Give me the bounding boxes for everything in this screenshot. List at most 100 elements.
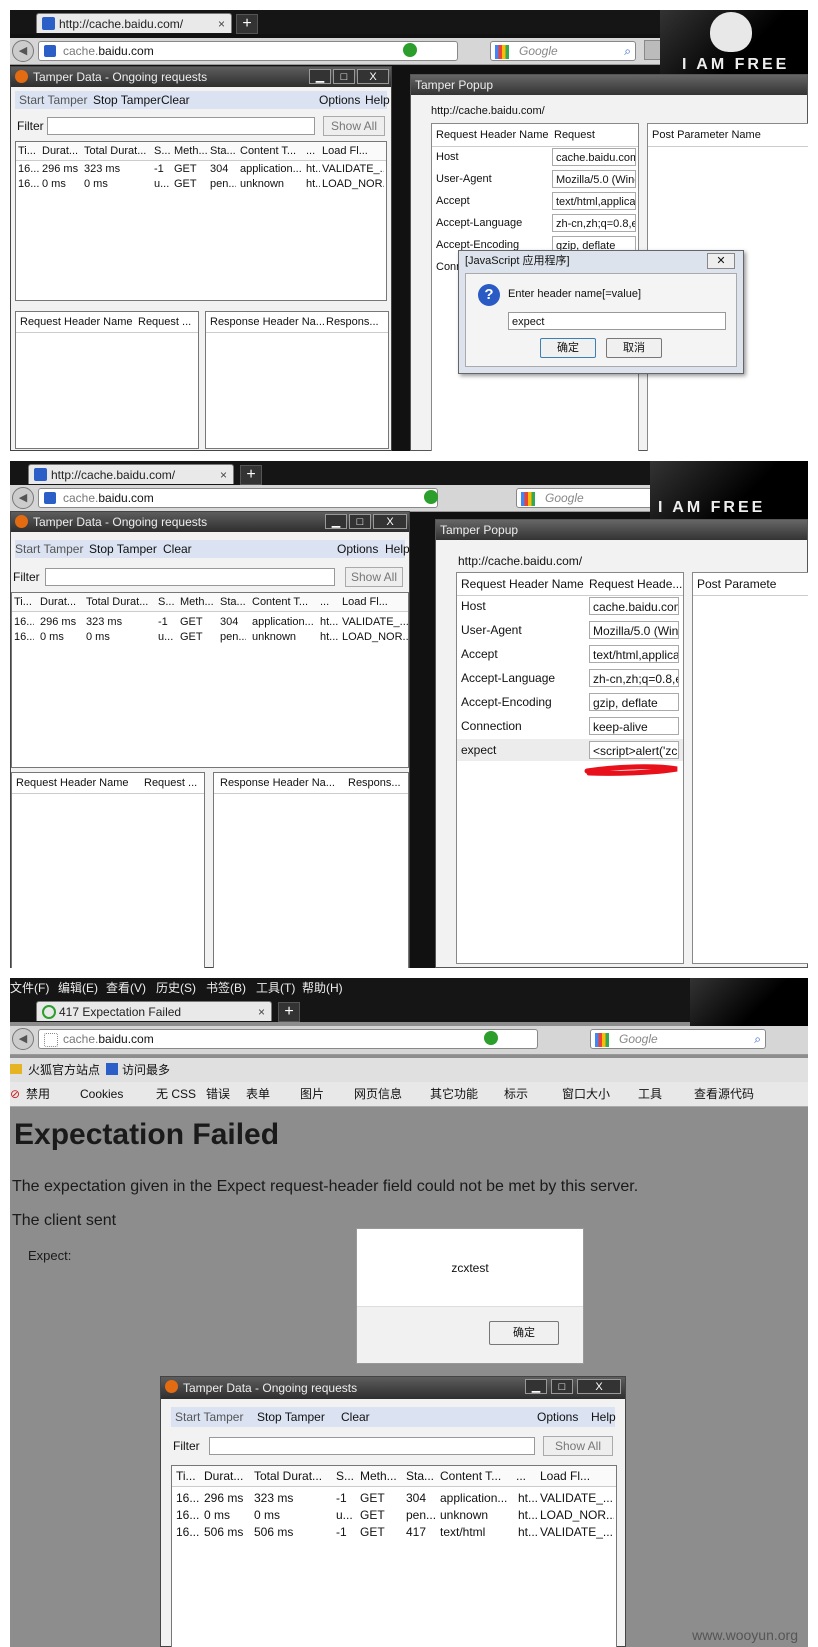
cancel-button[interactable]: 取消 xyxy=(606,338,662,358)
menu-bookmarks[interactable]: 书签(B) xyxy=(206,978,246,998)
col-header[interactable]: ... xyxy=(516,1466,532,1486)
menu-edit[interactable]: 编辑(E) xyxy=(58,978,98,998)
header-value-input[interactable]: Mozilla/5.0 (Winc xyxy=(552,170,636,188)
col-header[interactable]: Content T... xyxy=(240,142,302,160)
col-header[interactable]: Request Header Name xyxy=(436,124,549,146)
header-value-input[interactable]: <script>alert('zc: xyxy=(589,741,679,759)
ok-button[interactable]: 确定 xyxy=(540,338,596,358)
minimize-button[interactable]: ▁ xyxy=(325,514,347,529)
menu-file[interactable]: 文件(F) xyxy=(10,978,49,998)
search-bar[interactable]: Google ⌕ xyxy=(590,1029,766,1049)
go-icon[interactable] xyxy=(484,1031,498,1045)
header-value-input[interactable]: Mozilla/5.0 (Winc xyxy=(589,621,679,639)
menu-history[interactable]: 历史(S) xyxy=(156,978,196,998)
go-icon[interactable] xyxy=(403,43,417,57)
dialog-close-icon[interactable]: ✕ xyxy=(707,253,735,269)
search-bar[interactable]: Google ⌕ xyxy=(490,41,636,61)
header-value-input[interactable]: gzip, deflate xyxy=(589,693,679,711)
back-arrow-icon[interactable]: ◀ xyxy=(12,1028,34,1050)
close-tab-icon[interactable]: × xyxy=(220,465,227,485)
col-header[interactable]: Sta... xyxy=(406,1466,436,1486)
col-header[interactable]: Response Header Na... xyxy=(210,312,325,332)
col-header[interactable]: Response Header Na... xyxy=(220,773,335,793)
maximize-button[interactable]: □ xyxy=(333,69,355,84)
filter-input[interactable] xyxy=(47,117,315,135)
col-header[interactable]: Load Fl... xyxy=(540,1466,596,1486)
col-header[interactable]: S... xyxy=(336,1466,356,1486)
new-tab-button[interactable]: + xyxy=(236,14,258,34)
close-button[interactable]: X xyxy=(357,69,389,84)
col-header[interactable]: Request ... xyxy=(138,312,191,332)
col-header[interactable]: Request Header Name xyxy=(16,773,129,793)
stop-tamper-button[interactable]: Stop Tamper xyxy=(93,91,161,109)
col-header[interactable]: Respons... xyxy=(348,773,401,793)
address-bar[interactable]: cache.baidu.com xyxy=(38,488,438,508)
start-tamper-button[interactable]: Start Tamper xyxy=(175,1407,243,1427)
back-arrow-icon[interactable]: ◀ xyxy=(12,40,34,62)
menu-view[interactable]: 查看(V) xyxy=(106,978,146,998)
address-bar[interactable]: cache.baidu.com xyxy=(38,41,458,61)
devtool-resize[interactable]: 窗口大小 xyxy=(562,1082,610,1106)
col-header[interactable]: Post Parameter Name xyxy=(652,124,761,146)
help-menu[interactable]: Help xyxy=(385,540,410,558)
col-header[interactable]: Sta... xyxy=(220,593,246,611)
stop-tamper-button[interactable]: Stop Tamper xyxy=(89,540,157,558)
alert-ok-button[interactable]: 确定 xyxy=(489,1321,559,1345)
col-header[interactable]: Meth... xyxy=(174,142,208,160)
header-value-input[interactable]: zh-cn,zh;q=0.8,er xyxy=(552,214,636,232)
tab-expectation-failed[interactable]: 417 Expectation Failed × xyxy=(36,1001,272,1021)
stop-tamper-button[interactable]: Stop Tamper xyxy=(257,1407,325,1427)
show-all-button[interactable]: Show All xyxy=(323,116,385,136)
options-menu[interactable]: Options xyxy=(337,540,378,558)
col-header[interactable]: Durat... xyxy=(42,142,82,160)
col-header[interactable]: Ti... xyxy=(176,1466,200,1486)
col-header[interactable]: ... xyxy=(320,593,334,611)
col-header[interactable]: S... xyxy=(158,593,176,611)
menu-help[interactable]: 帮助(H) xyxy=(302,978,343,998)
col-header[interactable]: ... xyxy=(306,142,320,160)
clear-button[interactable]: Clear xyxy=(161,91,190,109)
col-header[interactable]: Meth... xyxy=(180,593,216,611)
search-icon[interactable]: ⌕ xyxy=(624,42,631,60)
tab-cache-baidu[interactable]: http://cache.baidu.com/ × xyxy=(28,464,234,484)
table-row[interactable]: 16... 296 ms 323 ms -1 GET 304 applicati… xyxy=(12,615,408,630)
new-tab-button[interactable]: + xyxy=(240,465,262,485)
col-header[interactable]: Ti... xyxy=(18,142,40,160)
devtool-disable[interactable]: 禁用 xyxy=(26,1082,50,1106)
table-row[interactable]: 16... 0 ms 0 ms u... GET pen... unknown … xyxy=(16,177,386,192)
devtool-errors[interactable]: 错误 xyxy=(206,1082,230,1106)
col-header[interactable]: S... xyxy=(154,142,172,160)
close-button[interactable]: X xyxy=(577,1379,621,1394)
clear-button[interactable]: Clear xyxy=(163,540,192,558)
devtool-images[interactable]: 图片 xyxy=(300,1082,324,1106)
col-header[interactable]: Total Durat... xyxy=(86,593,154,611)
dialog-input[interactable]: expect xyxy=(508,312,726,330)
search-icon[interactable]: ⌕ xyxy=(754,1030,761,1048)
table-row[interactable]: 16... 0 ms 0 ms u... GET pen... unknown … xyxy=(12,630,408,645)
col-header[interactable]: Request Header Name xyxy=(461,573,584,595)
show-all-button[interactable]: Show All xyxy=(345,567,403,587)
bookmark-firefox-site[interactable]: 火狐官方站点 xyxy=(28,1058,100,1082)
col-header[interactable]: Durat... xyxy=(40,593,80,611)
col-header[interactable]: Content T... xyxy=(252,593,316,611)
header-value-input[interactable]: cache.baidu.com xyxy=(589,597,679,615)
start-tamper-button[interactable]: Start Tamper xyxy=(15,540,83,558)
header-value-input[interactable]: cache.baidu.com xyxy=(552,148,636,166)
col-header[interactable]: Request Header Name xyxy=(20,312,133,332)
options-menu[interactable]: Options xyxy=(537,1407,578,1427)
table-row[interactable]: 16... 506 ms 506 ms -1 GET 417 text/html… xyxy=(172,1524,616,1541)
close-tab-icon[interactable]: × xyxy=(258,1002,265,1022)
devtool-cookies[interactable]: Cookies xyxy=(80,1082,123,1106)
devtool-misc[interactable]: 其它功能 xyxy=(430,1082,478,1106)
col-header[interactable]: Durat... xyxy=(204,1466,250,1486)
back-arrow-icon[interactable]: ◀ xyxy=(12,487,34,509)
col-header[interactable]: Content T... xyxy=(440,1466,512,1486)
table-row[interactable]: 16... 296 ms 323 ms -1 GET 304 applicati… xyxy=(16,162,386,177)
filter-input[interactable] xyxy=(209,1437,535,1455)
header-value-input[interactable]: text/html,applica xyxy=(589,645,679,663)
maximize-button[interactable]: □ xyxy=(349,514,371,529)
start-tamper-button[interactable]: Start Tamper xyxy=(19,91,87,109)
devtool-css[interactable]: 无 CSS xyxy=(156,1082,196,1106)
bookmark-most-visited[interactable]: 访问最多 xyxy=(122,1058,170,1082)
devtool-forms[interactable]: 表单 xyxy=(246,1082,270,1106)
